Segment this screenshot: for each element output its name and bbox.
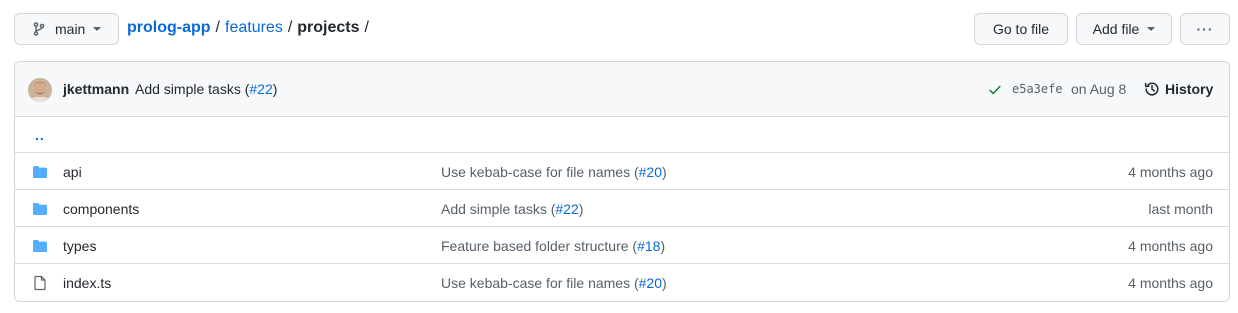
breadcrumb-separator: / <box>364 19 369 36</box>
history-link[interactable]: History <box>1144 81 1213 97</box>
breadcrumb: prolog-app / features / projects / <box>127 19 374 37</box>
commit-sha-link[interactable]: e5a3efe <box>1012 82 1063 96</box>
file-commit-suffix: ) <box>662 275 667 291</box>
file-age: 4 months ago <box>1128 238 1213 254</box>
file-age: 4 months ago <box>1128 275 1213 291</box>
latest-commit-bar: jkettmann Add simple tasks (#22) e5a3efe… <box>15 62 1229 117</box>
folder-icon <box>33 203 47 215</box>
go-to-file-label: Go to file <box>992 21 1050 37</box>
history-label: History <box>1165 81 1214 97</box>
commit-message-text[interactable]: Add simple tasks ( <box>135 81 249 97</box>
file-commit-pr-link[interactable]: #20 <box>639 164 662 180</box>
file-commit-message: Use kebab-case for file names (#20) <box>441 275 667 291</box>
file-commit-text[interactable]: Feature based folder structure ( <box>441 238 637 254</box>
add-file-label: Add file <box>1092 21 1140 37</box>
file-commit-text[interactable]: Use kebab-case for file names ( <box>441 275 639 291</box>
more-options-button[interactable]: ··· <box>1180 13 1230 45</box>
commit-date: on Aug 8 <box>1071 81 1127 97</box>
commit-author-link[interactable]: jkettmann <box>63 81 129 97</box>
file-age: 4 months ago <box>1128 164 1213 180</box>
file-commit-text[interactable]: Use kebab-case for file names ( <box>441 164 639 180</box>
breadcrumb-separator: / <box>287 19 293 36</box>
file-icon <box>34 275 46 291</box>
parent-directory-row[interactable]: .. <box>15 117 1229 153</box>
file-commit-suffix: ) <box>662 164 667 180</box>
commit-message-suffix: ) <box>272 81 278 97</box>
file-name-link[interactable]: types <box>63 238 96 254</box>
breadcrumb-features-link[interactable]: features <box>225 19 283 37</box>
file-commit-pr-link[interactable]: #22 <box>555 201 578 217</box>
folder-icon <box>33 166 47 178</box>
file-commit-message: Use kebab-case for file names (#20) <box>441 164 667 180</box>
commit-pr-link[interactable]: #22 <box>249 81 272 97</box>
file-name-link[interactable]: index.ts <box>63 275 111 291</box>
breadcrumb-current: projects <box>297 19 360 36</box>
file-commit-pr-link[interactable]: #20 <box>639 275 662 291</box>
go-to-file-button[interactable]: Go to file <box>974 13 1068 45</box>
file-commit-pr-link[interactable]: #18 <box>637 238 660 254</box>
branch-name: main <box>55 21 86 37</box>
chevron-down-icon <box>1147 27 1156 31</box>
history-icon <box>1144 82 1159 96</box>
branch-select-button[interactable]: main <box>14 13 119 45</box>
table-row: types Feature based folder structure (#1… <box>15 227 1229 264</box>
file-name-link[interactable]: components <box>63 201 139 217</box>
chevron-down-icon <box>93 27 102 31</box>
check-icon <box>989 85 1001 95</box>
table-row: components Add simple tasks (#22) last m… <box>15 190 1229 227</box>
kebab-icon: ··· <box>1196 21 1214 37</box>
folder-icon <box>33 240 47 252</box>
add-file-button[interactable]: Add file <box>1076 13 1172 45</box>
parent-directory-link[interactable]: .. <box>35 127 45 143</box>
file-commit-text[interactable]: Add simple tasks ( <box>441 201 555 217</box>
file-name-link[interactable]: api <box>63 164 82 180</box>
avatar[interactable] <box>28 78 52 102</box>
git-branch-icon <box>33 22 45 36</box>
file-age: last month <box>1148 201 1213 217</box>
table-row: api Use kebab-case for file names (#20) … <box>15 153 1229 190</box>
breadcrumb-repo-link[interactable]: prolog-app <box>127 19 211 37</box>
file-commit-message: Add simple tasks (#22) <box>441 201 583 217</box>
file-browser: jkettmann Add simple tasks (#22) e5a3efe… <box>14 61 1230 302</box>
breadcrumb-separator: / <box>215 19 220 36</box>
commit-message: Add simple tasks (#22) <box>135 81 277 97</box>
file-commit-suffix: ) <box>660 238 666 254</box>
file-commit-suffix: ) <box>578 201 584 217</box>
file-commit-message: Feature based folder structure (#18) <box>441 238 665 254</box>
table-row: index.ts Use kebab-case for file names (… <box>15 264 1229 301</box>
